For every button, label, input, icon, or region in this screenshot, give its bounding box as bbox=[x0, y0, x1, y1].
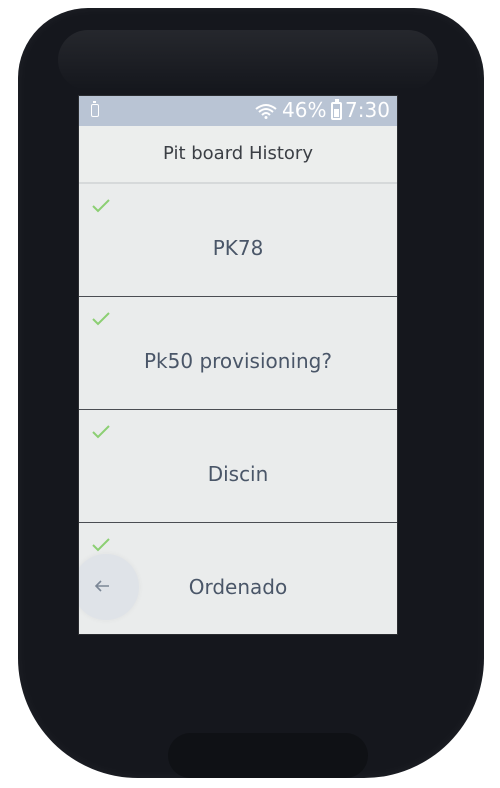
wifi-icon bbox=[255, 104, 277, 119]
history-item-discin[interactable]: Discin bbox=[79, 410, 397, 523]
history-item-pk50-provisioning[interactable]: Pk50 provisioning? bbox=[79, 297, 397, 410]
history-item-label: Discin bbox=[207, 462, 269, 486]
device-shine bbox=[58, 30, 438, 90]
phone-battery-icon bbox=[91, 101, 99, 117]
status-bar: 46% 7:30 bbox=[79, 96, 397, 126]
history-item-label: PK78 bbox=[212, 236, 264, 260]
device-screen: 46% 7:30 Pit board History PK78 Pk50 pro… bbox=[78, 95, 398, 635]
battery-percentage: 46% bbox=[282, 98, 327, 122]
check-icon bbox=[92, 312, 110, 326]
battery-icon bbox=[331, 99, 342, 120]
battery-fill bbox=[334, 109, 339, 117]
device-bottom bbox=[168, 733, 368, 778]
check-icon bbox=[92, 425, 110, 439]
back-arrow-icon bbox=[94, 580, 109, 592]
status-time: 7:30 bbox=[345, 98, 390, 122]
history-item-label: Pk50 provisioning? bbox=[144, 349, 332, 373]
check-icon bbox=[92, 538, 110, 552]
history-item-pk78[interactable]: PK78 bbox=[79, 184, 397, 297]
title-bar: Pit board History bbox=[79, 126, 397, 184]
page-title: Pit board History bbox=[163, 143, 313, 164]
check-icon bbox=[92, 199, 110, 213]
